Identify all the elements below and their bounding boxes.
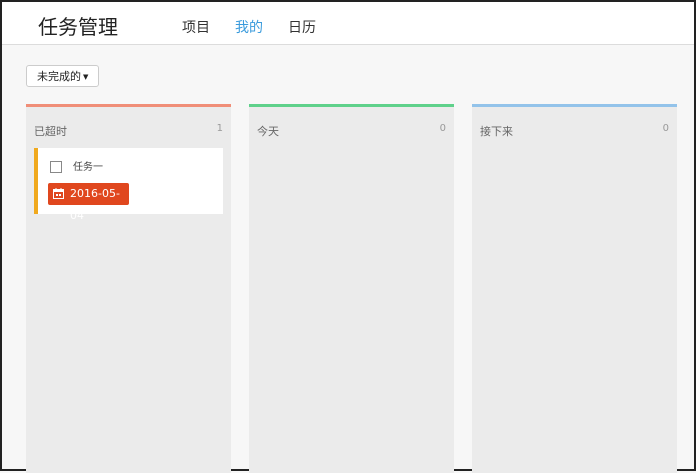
column-overdue: 已超时 1 任务一 2016-05-04 [26,104,231,473]
caret-down-icon: ▼ [83,73,89,81]
filter-dropdown-button[interactable]: 未完成的 ▼ [26,65,100,87]
nav-tab-mine[interactable]: 我的 [235,17,263,37]
due-date-badge: 2016-05-04 [48,183,129,222]
calendar-icon [53,188,64,199]
task-card[interactable]: 任务一 2016-05-04 [34,148,223,222]
due-date-text: 2016-05-04 [70,187,120,222]
task-checkbox[interactable] [50,161,62,173]
nav-tab-projects[interactable]: 项目 [182,17,210,37]
column-today: 今天 0 [249,104,454,473]
column-title: 接下来 [480,125,513,138]
column-title: 今天 [257,125,279,138]
column-count: 0 [662,123,669,134]
column-count: 0 [439,123,446,134]
column-upcoming: 接下来 0 [472,104,677,473]
column-title: 已超时 [34,125,67,138]
task-name: 任务一 [73,162,103,173]
app-title: 任务管理 [38,15,118,39]
filter-label: 未完成的 [37,70,81,83]
nav-tab-calendar[interactable]: 日历 [288,17,316,37]
column-count: 1 [216,123,223,134]
top-header: 任务管理 项目 我的 日历 [2,2,694,45]
